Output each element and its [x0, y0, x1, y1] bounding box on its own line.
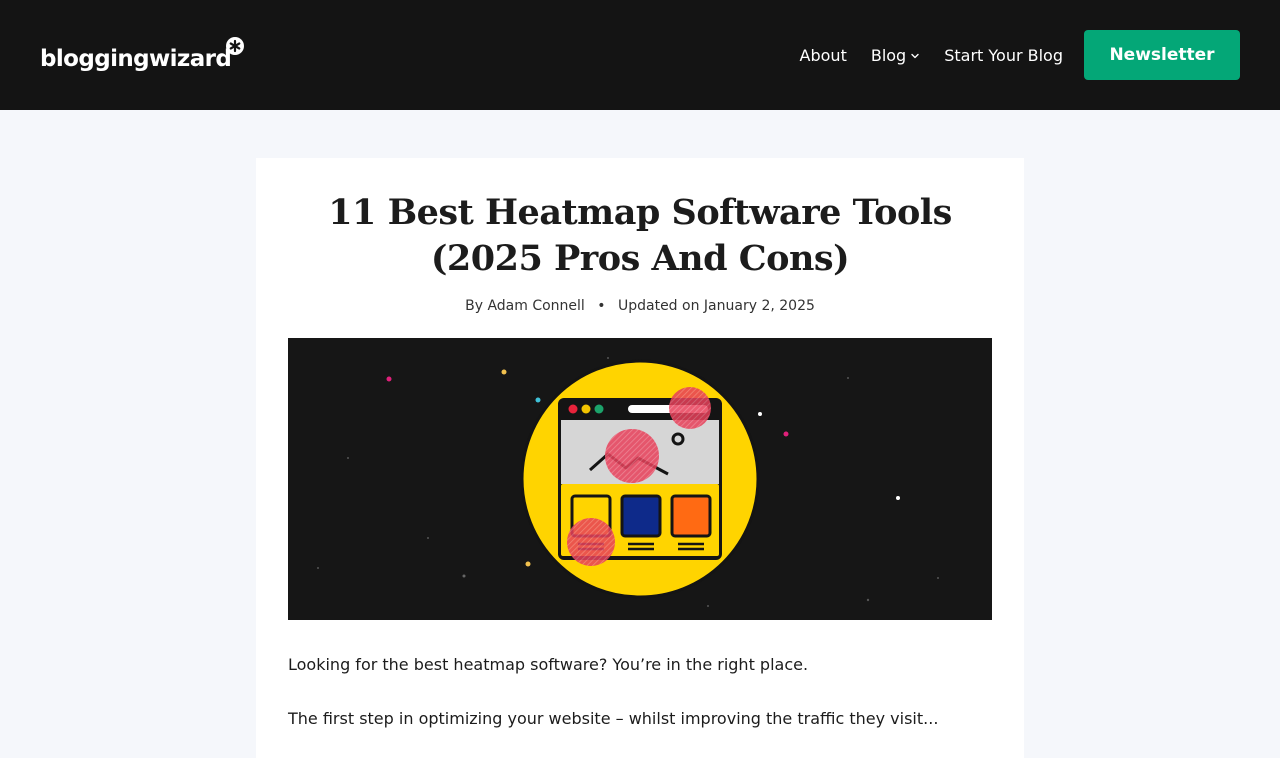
article-card: 11 Best Heatmap Software Tools (2025 Pro…: [256, 158, 1024, 758]
article-meta: By Adam Connell • Updated on January 2, …: [288, 298, 992, 314]
asterisk-star-icon: [226, 37, 245, 55]
intro-paragraph: Looking for the best heatmap software? Y…: [288, 655, 809, 674]
updated-date: January 2, 2025: [703, 298, 815, 314]
site-logo[interactable]: bloggingwizard: [40, 37, 245, 80]
nav-blog[interactable]: Blog: [871, 46, 920, 65]
hero-image: [288, 338, 992, 620]
nav-start-your-blog-label: Start Your Blog: [944, 45, 1063, 65]
heatmap-browser-illustration: [317, 357, 939, 607]
chevron-down-icon: [911, 53, 919, 59]
nav-about-label: About: [799, 45, 847, 65]
article-title: 11 Best Heatmap Software Tools (2025 Pro…: [328, 192, 952, 279]
meta-separator: •: [597, 298, 606, 314]
author-prefix: By: [465, 298, 483, 314]
body-paragraph: The first step in optimizing your websit…: [288, 709, 939, 728]
nav-start-your-blog[interactable]: Start Your Blog: [944, 46, 1063, 65]
logo-text: bloggingwizard: [40, 46, 232, 72]
newsletter-button[interactable]: Newsletter: [1084, 30, 1240, 80]
author-link[interactable]: Adam Connell: [487, 298, 584, 314]
site-header: bloggingwizard About Blog Start Your Blo…: [0, 0, 1280, 110]
updated-prefix: Updated on: [617, 298, 700, 314]
main-nav: About Blog Start Your Blog Newsletter: [800, 30, 1240, 80]
nav-blog-label: Blog: [870, 45, 907, 65]
nav-about[interactable]: About: [800, 46, 847, 65]
